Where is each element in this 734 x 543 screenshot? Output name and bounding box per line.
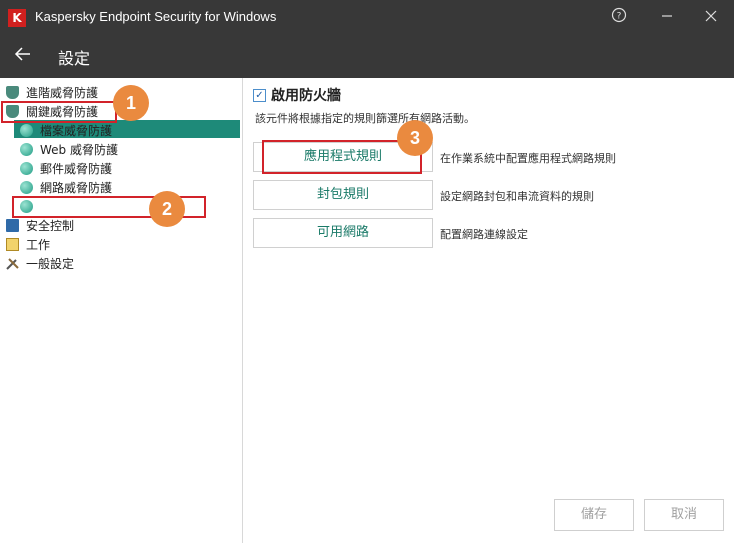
callout-3: 3 (397, 120, 433, 156)
help-icon[interactable]: ? (607, 6, 631, 30)
settings-header: 設定 (0, 36, 734, 78)
tools-icon (6, 257, 19, 270)
shield-icon (6, 86, 19, 99)
monitor-icon (6, 219, 19, 232)
globe-icon (20, 162, 33, 175)
kaspersky-logo-icon: K (8, 9, 26, 27)
available-networks-description: 配置網路連線設定 (440, 228, 528, 241)
globe-icon (20, 181, 33, 194)
svg-text:?: ? (617, 12, 622, 22)
packet-rules-description: 設定網路封包和串流資料的規則 (440, 190, 594, 203)
cancel-button[interactable]: 取消 (644, 499, 724, 531)
firewall-description: 該元件將根據指定的規則篩選所有網路活動。 (255, 112, 475, 125)
application-rules-description: 在作業系統中配置應用程式網路規則 (440, 152, 616, 165)
highlight-box-1 (1, 101, 117, 123)
globe-icon (20, 124, 33, 137)
settings-tree (0, 78, 243, 543)
title-bar: K Kaspersky Endpoint Security for Window… (0, 0, 734, 36)
back-arrow-icon[interactable] (14, 44, 32, 68)
clipboard-icon (6, 238, 19, 251)
callout-2: 2 (149, 191, 185, 227)
globe-icon (20, 143, 33, 156)
packet-rules-button[interactable]: 封包規則 (253, 180, 433, 210)
enable-firewall-checkbox[interactable]: ✓ (253, 89, 266, 102)
page-title: 設定 (58, 49, 91, 68)
enable-firewall-label: 啟用防火牆 (271, 88, 341, 104)
save-button[interactable]: 儲存 (554, 499, 634, 531)
minimize-icon[interactable] (655, 6, 679, 30)
callout-1: 1 (113, 85, 149, 121)
close-icon[interactable] (699, 6, 723, 30)
available-networks-button[interactable]: 可用網路 (253, 218, 433, 248)
window-title: Kaspersky Endpoint Security for Windows (35, 9, 277, 24)
